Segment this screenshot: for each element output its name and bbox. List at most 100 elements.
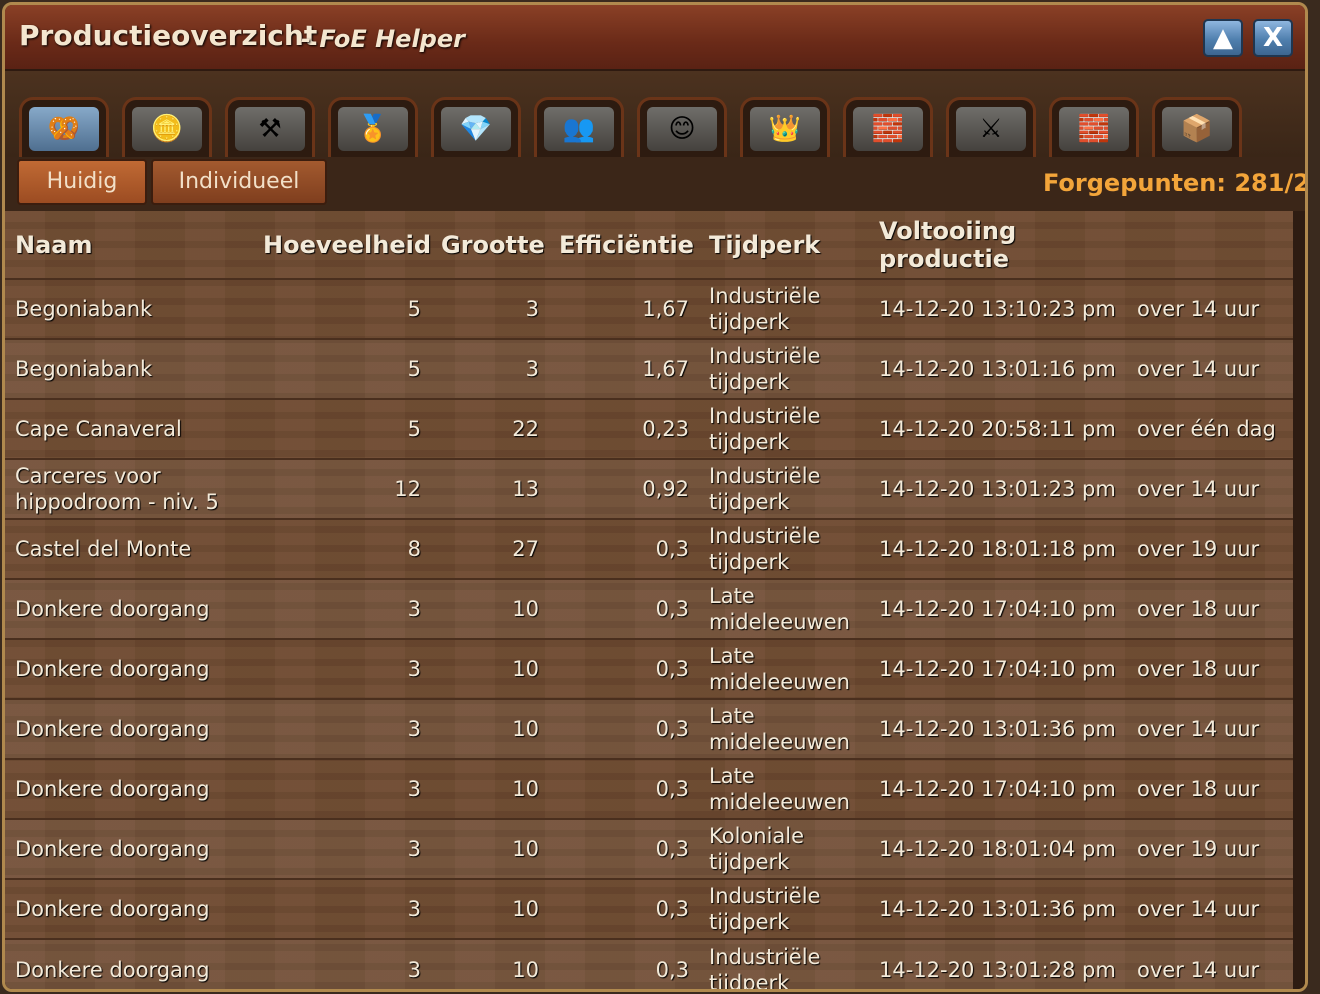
cell-era: Industriële tijdperk: [699, 398, 869, 459]
cell-remaining: over 18 uur: [1127, 638, 1295, 699]
cell-name: Donkere doorgang: [5, 698, 253, 759]
table-row[interactable]: Begoniabank 5 3 1,67 Industriële tijdperk 14-…: [5, 338, 1295, 399]
cell-amount: 5: [253, 338, 431, 399]
cell-size: 10: [431, 818, 549, 879]
tab-goods[interactable]: 🧱: [843, 97, 933, 157]
cell-amount: 8: [253, 518, 431, 579]
table-row[interactable]: Donkere doorgang 3 10 0,3 Industriële tijdpe…: [5, 878, 1295, 939]
cell-name: Begoniabank: [5, 338, 253, 399]
cell-size: 10: [431, 638, 549, 699]
tab-medal[interactable]: 🏅: [328, 97, 418, 157]
cell-era: Industriële tijdperk: [699, 458, 869, 519]
cell-remaining: over 18 uur: [1127, 578, 1295, 639]
cell-efficiency: 0,3: [549, 638, 699, 699]
table-body: Begoniabank 5 3 1,67 Industriële tijdperk 14-…: [5, 278, 1295, 989]
column-header-size[interactable]: Grootte: [431, 211, 549, 279]
cell-era: Industriële tijdperk: [699, 878, 869, 939]
tab-population[interactable]: 👥: [534, 97, 624, 157]
cell-era: Industriële tijdperk: [699, 278, 869, 339]
column-header-efficiency[interactable]: Efficiëntie: [549, 211, 699, 279]
table-row[interactable]: Begoniabank 5 3 1,67 Industriële tijdperk 14-…: [5, 278, 1295, 339]
medal-icon: 🏅: [338, 106, 408, 151]
title-bar[interactable]: Productieoverzicht - FoE Helper ▲ X: [5, 5, 1305, 71]
production-overview-window: Productieoverzicht - FoE Helper ▲ X 🥨 🪙 ⚒ 🏅…: [2, 2, 1308, 992]
cell-remaining: over 14 uur: [1127, 338, 1295, 399]
window-subtitle: - FoE Helper: [301, 25, 465, 53]
table-row[interactable]: Donkere doorgang 3 10 0,3 Late mideleeuwen 14…: [5, 758, 1295, 819]
cell-era: Koloniale tijdperk: [699, 818, 869, 879]
table-row[interactable]: Cape Canaveral 5 22 0,23 Industriële tijdper…: [5, 398, 1295, 459]
column-header-name[interactable]: Naam: [5, 211, 253, 279]
tab-coins[interactable]: 🪙: [122, 97, 212, 157]
cell-remaining: over 14 uur: [1127, 938, 1295, 989]
minimize-button[interactable]: ▲: [1203, 19, 1243, 57]
close-button[interactable]: X: [1253, 19, 1293, 57]
tab-crate[interactable]: 📦: [1152, 97, 1242, 157]
tab-diamond[interactable]: 💎: [431, 97, 521, 157]
tab-individual[interactable]: Individueel: [151, 159, 327, 205]
cell-name: Donkere doorgang: [5, 578, 253, 639]
cell-completion: 14-12-20 17:04:10 pm: [869, 578, 1127, 639]
cell-name: Begoniabank: [5, 278, 253, 339]
table-row[interactable]: Castel del Monte 8 27 0,3 Industriële tijdpe…: [5, 518, 1295, 579]
cell-completion: 14-12-20 13:01:36 pm: [869, 878, 1127, 939]
tab-supplies[interactable]: 🥨: [19, 97, 109, 157]
cell-completion: 14-12-20 20:58:11 pm: [869, 398, 1127, 459]
tab-military[interactable]: ⚔: [946, 97, 1036, 157]
cell-era: Industriële tijdperk: [699, 938, 869, 989]
goods-icon: 🧱: [853, 106, 923, 151]
cell-completion: 14-12-20 13:01:36 pm: [869, 698, 1127, 759]
cell-name: Donkere doorgang: [5, 878, 253, 939]
table-row[interactable]: Donkere doorgang 3 10 0,3 Late mideleeuwen 14…: [5, 578, 1295, 639]
tab-happiness[interactable]: 😊: [637, 97, 727, 157]
cell-name: Castel del Monte: [5, 518, 253, 579]
cell-remaining: over 14 uur: [1127, 278, 1295, 339]
cell-amount: 5: [253, 398, 431, 459]
military-icon: ⚔: [956, 106, 1026, 151]
cell-size: 10: [431, 698, 549, 759]
cell-size: 3: [431, 338, 549, 399]
cell-efficiency: 0,23: [549, 398, 699, 459]
cell-era: Late mideleeuwen: [699, 698, 869, 759]
cell-completion: 14-12-20 13:01:23 pm: [869, 458, 1127, 519]
tab-goods-alt[interactable]: 🧱: [1049, 97, 1139, 157]
table-row[interactable]: Carceres voor hippodroom - niv. 5 12 13 0,9…: [5, 458, 1295, 519]
table-row[interactable]: Donkere doorgang 3 10 0,3 Late mideleeuwen 14…: [5, 698, 1295, 759]
cell-amount: 3: [253, 938, 431, 989]
cell-remaining: over één dag: [1127, 398, 1295, 459]
production-table: Naam Hoeveelheid Grootte Efficiëntie Tij…: [5, 211, 1295, 989]
cell-amount: 3: [253, 818, 431, 879]
tab-current[interactable]: Huidig: [17, 159, 147, 205]
cell-remaining: over 14 uur: [1127, 698, 1295, 759]
cell-efficiency: 1,67: [549, 338, 699, 399]
cell-size: 10: [431, 758, 549, 819]
cell-completion: 14-12-20 13:01:16 pm: [869, 338, 1127, 399]
cell-size: 22: [431, 398, 549, 459]
cell-amount: 12: [253, 458, 431, 519]
cell-remaining: over 18 uur: [1127, 758, 1295, 819]
production-table-container[interactable]: Naam Hoeveelheid Grootte Efficiëntie Tij…: [5, 211, 1295, 989]
cell-name: Donkere doorgang: [5, 818, 253, 879]
cell-completion: 14-12-20 18:01:18 pm: [869, 518, 1127, 579]
cell-remaining: over 14 uur: [1127, 458, 1295, 519]
column-header-amount[interactable]: Hoeveelheid: [253, 211, 431, 279]
column-header-era[interactable]: Tijdperk: [699, 211, 869, 279]
column-header-completion[interactable]: Voltooiing productie: [869, 211, 1127, 279]
cell-era: Industriële tijdperk: [699, 518, 869, 579]
cell-amount: 5: [253, 278, 431, 339]
cell-era: Late mideleeuwen: [699, 758, 869, 819]
cell-efficiency: 0,3: [549, 518, 699, 579]
tab-tools[interactable]: ⚒: [225, 97, 315, 157]
scrollbar[interactable]: [1293, 211, 1305, 989]
cell-completion: 14-12-20 18:01:04 pm: [869, 818, 1127, 879]
tab-crown[interactable]: 👑: [740, 97, 830, 157]
cell-era: Late mideleeuwen: [699, 578, 869, 639]
cell-amount: 3: [253, 578, 431, 639]
crown-icon: 👑: [750, 106, 820, 151]
table-row[interactable]: Donkere doorgang 3 10 0,3 Late mideleeuwen 14…: [5, 638, 1295, 699]
cell-size: 3: [431, 278, 549, 339]
cell-remaining: over 19 uur: [1127, 818, 1295, 879]
table-row[interactable]: Donkere doorgang 3 10 0,3 Industriële tijdpe…: [5, 938, 1295, 989]
cell-size: 27: [431, 518, 549, 579]
table-row[interactable]: Donkere doorgang 3 10 0,3 Koloniale tijdperk…: [5, 818, 1295, 879]
